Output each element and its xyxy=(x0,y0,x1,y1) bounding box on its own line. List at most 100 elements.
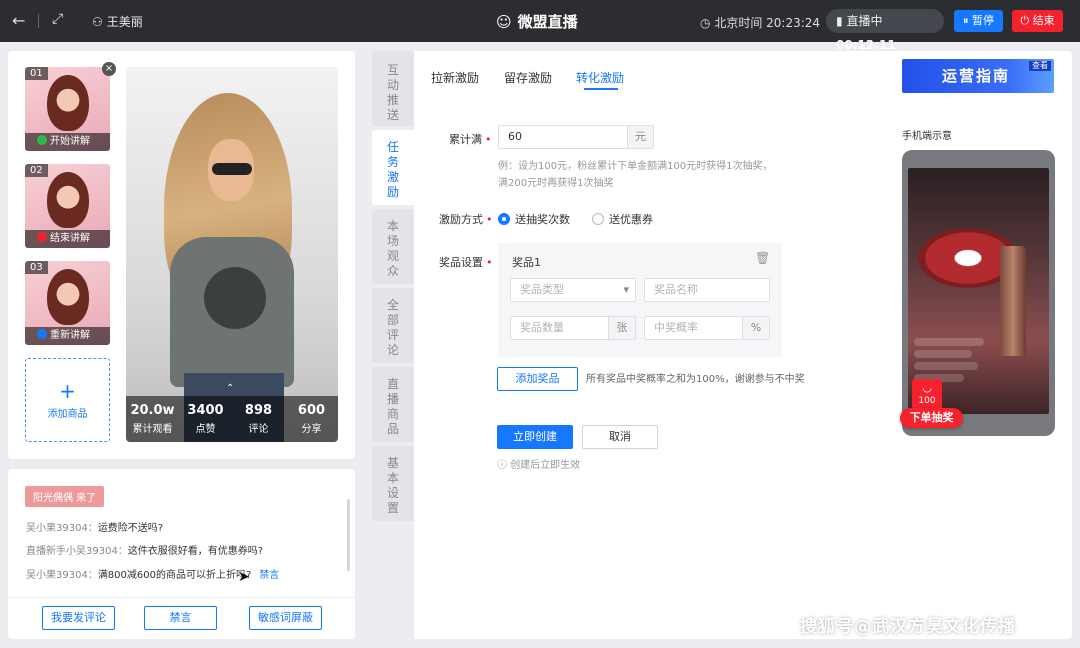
tab-conversion-incentive[interactable]: 转化激励 xyxy=(576,69,624,86)
comment-text: 运费险不送吗? xyxy=(97,523,164,534)
time-label: 北京时间 20:23:24 xyxy=(714,16,821,30)
tab-audience[interactable]: 本场观众 xyxy=(372,209,414,284)
prize-card: 奖品1 🗑 奖品类型 ▾ 奖品名称 奖品数量 张 中奖概率 % xyxy=(498,243,782,357)
shirt-print xyxy=(204,267,266,329)
end-label: 结束 xyxy=(1032,14,1055,27)
shopping-bag-icon: ◡ xyxy=(922,381,932,394)
play-icon xyxy=(37,135,47,145)
app-title: ☺ 微盟直播 xyxy=(496,11,578,32)
guide-view-link[interactable]: 查看 xyxy=(1029,61,1051,71)
user-info[interactable]: ⚇ 王美丽 xyxy=(92,13,143,30)
tab-basic-settings[interactable]: 基本设置 xyxy=(372,446,414,521)
pause-button[interactable]: ⏸ 暂停 xyxy=(954,10,1003,32)
end-explain-button[interactable]: 结束讲解 xyxy=(25,230,110,248)
total-amount-input[interactable]: 60 元 xyxy=(498,125,654,149)
comment-item: 吴小果39304：运费险不送吗? xyxy=(26,519,163,534)
add-product-label: 添加商品 xyxy=(47,409,88,420)
prize-settings-label: 奖品设置 • xyxy=(439,254,493,270)
stat-comments: 898 评论 xyxy=(232,396,285,442)
close-icon[interactable]: × xyxy=(102,62,116,76)
welcome-badge: 阳光偶偶 来了 xyxy=(25,486,105,507)
fullscreen-icon[interactable]: ⤢ xyxy=(52,11,63,27)
back-arrow-icon[interactable]: ← xyxy=(12,11,25,30)
stat-value: 600 xyxy=(297,403,326,418)
prize-type-select[interactable]: 奖品类型 ▾ xyxy=(510,278,636,302)
trash-icon[interactable]: 🗑 xyxy=(755,251,770,265)
tab-interactive-push[interactable]: 互动推送 xyxy=(372,51,414,126)
divider xyxy=(8,597,355,598)
product-image xyxy=(47,269,89,325)
live-duration: 00:12:11 xyxy=(836,38,896,52)
input-value: 60 xyxy=(508,130,522,143)
hint-text: 创建后立即生效 xyxy=(510,460,581,471)
pause-label: 暂停 xyxy=(972,14,994,27)
user-icon: ⚇ xyxy=(92,15,103,29)
start-explain-button[interactable]: 开始讲解 xyxy=(25,133,110,151)
tab-label: 本场观众 xyxy=(386,219,399,278)
replay-icon xyxy=(37,329,47,339)
end-live-button[interactable]: ⏻ 结束 xyxy=(1012,10,1063,32)
unit-suffix: 元 xyxy=(627,126,653,148)
thumb-action-label: 重新讲解 xyxy=(50,330,90,341)
add-product-button[interactable]: + 添加商品 xyxy=(25,358,110,442)
radio-coupon[interactable]: 送优惠券 xyxy=(592,211,653,227)
mute-user-link[interactable]: 禁言 xyxy=(259,570,279,581)
comment-user: 直播新手小吴39304： xyxy=(26,546,128,557)
add-prize-button[interactable]: 添加奖品 xyxy=(497,367,578,391)
operation-guide-banner[interactable]: 运营指南 查看 xyxy=(902,59,1054,93)
prize-quantity-input[interactable]: 奖品数量 张 xyxy=(510,316,636,340)
comment-user: 吴小果39304： xyxy=(26,523,98,534)
tab-new-user-incentive[interactable]: 拉新激励 xyxy=(431,69,479,86)
info-icon: ⓘ xyxy=(497,460,507,471)
stat-label: 评论 xyxy=(248,424,269,435)
input-placeholder: 奖品数量 xyxy=(520,321,564,334)
restart-explain-button[interactable]: 重新讲解 xyxy=(25,327,110,345)
label-text: 累计满 xyxy=(449,133,482,146)
lottery-count: 100 xyxy=(918,396,936,406)
prize-name-input[interactable]: 奖品名称 xyxy=(644,278,770,302)
product-thumb-2[interactable]: 02 结束讲解 xyxy=(25,164,110,248)
mute-button[interactable]: 禁言 xyxy=(144,606,217,630)
tab-live-products[interactable]: 直播商品 xyxy=(372,367,414,442)
product-image xyxy=(47,172,89,228)
top-bar: ← ⤢ ⚇ 王美丽 ☺ 微盟直播 ◷ 北京时间 20:23:24 ▮ 直播中 00:… xyxy=(0,0,1080,52)
expand-caret-icon[interactable]: ⌃ xyxy=(226,383,234,394)
scrollbar[interactable] xyxy=(347,499,350,571)
input-placeholder: 中奖概率 xyxy=(654,321,698,334)
phone-screen xyxy=(908,168,1049,414)
unit-suffix: % xyxy=(742,317,769,339)
sensitive-word-filter-button[interactable]: 敏感词屏蔽 xyxy=(249,606,322,630)
product-thumb-1[interactable]: 01 开始讲解 xyxy=(25,67,110,151)
order-lottery-badge: 下单抽奖 xyxy=(900,408,963,428)
divider xyxy=(38,14,39,28)
phone-chat-line xyxy=(914,350,972,358)
tab-label: 任务激励 xyxy=(386,140,399,199)
stat-label: 分享 xyxy=(301,424,322,435)
watermark: 搜狐号@武汉方昊文化传播 xyxy=(800,617,1016,637)
tab-all-comments[interactable]: 全部评论 xyxy=(372,288,414,363)
win-rate-input[interactable]: 中奖概率 % xyxy=(644,316,770,340)
product-thumb-3[interactable]: 03 重新讲解 xyxy=(25,261,110,345)
comment-text: 满800减600的商品可以折上折吗? xyxy=(97,570,252,581)
post-comment-button[interactable]: 我要发评论 xyxy=(42,606,115,630)
lottery-widget: ◡ 100 xyxy=(912,379,942,411)
label-text: 奖品设置 xyxy=(439,256,483,269)
tab-task-incentive[interactable]: 任务激励 xyxy=(372,130,414,205)
radio-lottery-count[interactable]: 送抽奖次数 xyxy=(498,211,570,227)
total-hint-line2: 满200元时再获得1次抽奖 xyxy=(498,178,614,189)
tv-logo-icon: ☺ xyxy=(496,13,512,31)
power-icon: ⏻ xyxy=(1020,14,1030,27)
live-stats-bar: 20.0w 累计观看 3400 点赞 898 评论 600 分享 xyxy=(126,396,338,442)
cancel-button[interactable]: 取消 xyxy=(582,425,658,449)
unit-suffix: 张 xyxy=(608,317,635,339)
tab-retention-incentive[interactable]: 留存激励 xyxy=(504,69,552,86)
thumb-action-label: 开始讲解 xyxy=(50,136,90,147)
stat-label: 累计观看 xyxy=(132,424,173,435)
stat-shares: 600 分享 xyxy=(285,396,338,442)
product-image xyxy=(47,75,89,131)
comment-item: 直播新手小吴39304：这件衣服很好看，有优惠券吗? xyxy=(26,542,263,557)
create-now-button[interactable]: 立即创建 xyxy=(497,425,573,449)
stat-label: 点赞 xyxy=(195,424,216,435)
live-label: 直播中 xyxy=(846,14,883,28)
thumb-action-label: 结束讲解 xyxy=(50,233,90,244)
